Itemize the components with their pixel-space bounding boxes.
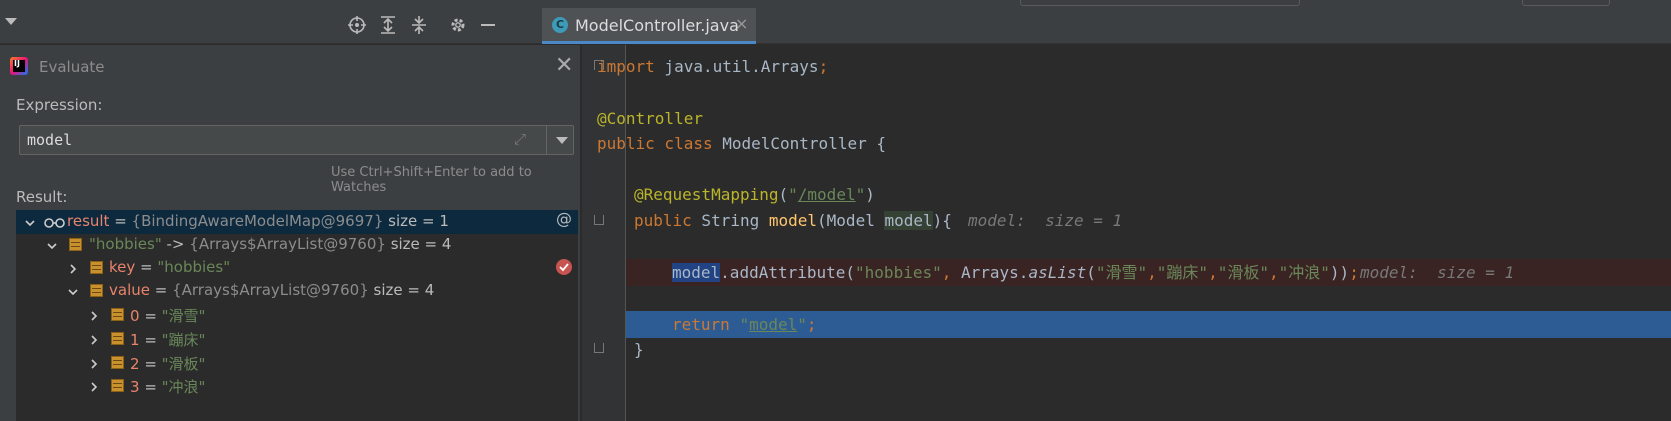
tree-row-value[interactable]: value = {Arrays$ArrayList@9760} size = 4 [16, 279, 578, 303]
breakpoint-icon[interactable] [556, 259, 572, 275]
field-icon [111, 308, 124, 321]
code-line: public class ModelController { [597, 134, 886, 153]
field-icon [90, 261, 103, 274]
crosshair-icon[interactable] [347, 15, 367, 35]
tab-modelcontroller[interactable]: C ModelController.java × [542, 8, 756, 44]
code-line: @RequestMapping("/model") [634, 185, 875, 204]
field-icon [69, 238, 82, 251]
run-config-selector[interactable] [1020, 0, 1300, 6]
code-line: public String model(Model model){ model:… [626, 207, 1671, 234]
dialog-title-bar: IJ Evaluate ✕ [0, 45, 581, 89]
field-icon [111, 379, 124, 392]
chevron-down-icon[interactable] [67, 284, 79, 296]
tree-row-hobbies[interactable]: "hobbies" -> {Arrays$ArrayList@9760} siz… [16, 233, 578, 257]
chevron-right-icon[interactable] [88, 308, 100, 321]
expression-value[interactable]: model [27, 131, 72, 149]
field-icon [111, 356, 124, 369]
tree-row-text: 3 = "冲浪" [130, 378, 206, 396]
override-at-icon[interactable]: @ [556, 209, 572, 228]
chevron-right-icon[interactable] [88, 379, 100, 392]
dropdown-arrow-icon[interactable] [5, 18, 17, 25]
top-toolbar: C ModelController.java × [0, 0, 1671, 44]
history-dropdown-icon[interactable] [556, 137, 568, 144]
tree-row-text: 2 = "滑板" [130, 355, 206, 373]
fold-marker-icon[interactable] [594, 343, 604, 353]
dialog-title: Evaluate [39, 58, 105, 76]
execution-point-line: return "model"; [626, 311, 1671, 338]
tree-row-text: "hobbies" -> {Arrays$ArrayList@9760} siz… [89, 235, 452, 253]
tree-row-text: 0 = "滑雪" [130, 307, 206, 325]
collapse-all-icon[interactable] [409, 15, 429, 35]
gear-icon[interactable] [448, 15, 468, 35]
class-icon: C [552, 17, 568, 33]
tree-row-text: result = {BindingAwareModelMap@9697} siz… [67, 212, 449, 230]
tree-row-result[interactable]: result = {BindingAwareModelMap@9697} siz… [16, 210, 578, 234]
code-line: } [634, 340, 644, 359]
editor-gutter[interactable]: @ [556, 45, 626, 421]
field-icon [90, 284, 103, 297]
search-field[interactable] [1522, 0, 1610, 6]
code-editor[interactable]: import java.util.Arrays; @Controller pub… [597, 45, 1671, 421]
fold-marker-icon[interactable] [594, 215, 604, 225]
watches-hint: Use Ctrl+Shift+Enter to add to Watches [331, 165, 532, 195]
chevron-down-icon[interactable] [24, 215, 36, 227]
result-tree[interactable]: result = {BindingAwareModelMap@9697} siz… [16, 210, 578, 421]
chevron-right-icon[interactable] [88, 332, 100, 345]
close-icon[interactable]: ✕ [555, 53, 573, 78]
code-line: @Controller [597, 109, 703, 128]
tree-row-text: value = {Arrays$ArrayList@9760} size = 4 [109, 281, 435, 299]
intellij-logo-icon: IJ [10, 57, 28, 75]
tree-row-item-0[interactable]: 0 = "滑雪" [16, 303, 578, 327]
minimize-icon[interactable] [478, 15, 498, 35]
chevron-right-icon[interactable] [67, 261, 79, 274]
breakpoint-line: model.addAttribute("hobbies", Arrays.asL… [626, 259, 1671, 286]
watch-glasses-icon [44, 215, 66, 228]
field-icon [111, 332, 124, 345]
chevron-down-icon[interactable] [46, 238, 58, 250]
expand-all-icon[interactable] [378, 15, 398, 35]
tab-close-icon[interactable]: × [735, 14, 748, 33]
tree-row-key[interactable]: key = "hobbies" [16, 256, 578, 280]
tree-row-text: 1 = "蹦床" [130, 331, 206, 349]
inline-debug-hint: model: size = 1 [968, 211, 1123, 230]
divider [546, 125, 547, 155]
chevron-right-icon[interactable] [88, 356, 100, 369]
tree-row-text: key = "hobbies" [109, 258, 231, 276]
result-label: Result: [16, 188, 68, 206]
tree-row-item-1[interactable]: 1 = "蹦床" [16, 327, 578, 351]
tree-row-item-3[interactable]: 3 = "冲浪" [16, 374, 578, 398]
expression-input[interactable]: model ⤢ [19, 125, 574, 155]
evaluate-dialog: IJ Evaluate ✕ Expression: model ⤢ Use Ct… [0, 45, 581, 421]
expression-label: Expression: [16, 96, 103, 114]
tree-row-item-2[interactable]: 2 = "滑板" [16, 351, 578, 375]
inline-debug-hint: model: size = 1 [1360, 263, 1515, 282]
tab-label: ModelController.java [575, 16, 739, 35]
code-line: import java.util.Arrays; [597, 57, 829, 76]
expand-editor-icon[interactable]: ⤢ [514, 130, 526, 148]
